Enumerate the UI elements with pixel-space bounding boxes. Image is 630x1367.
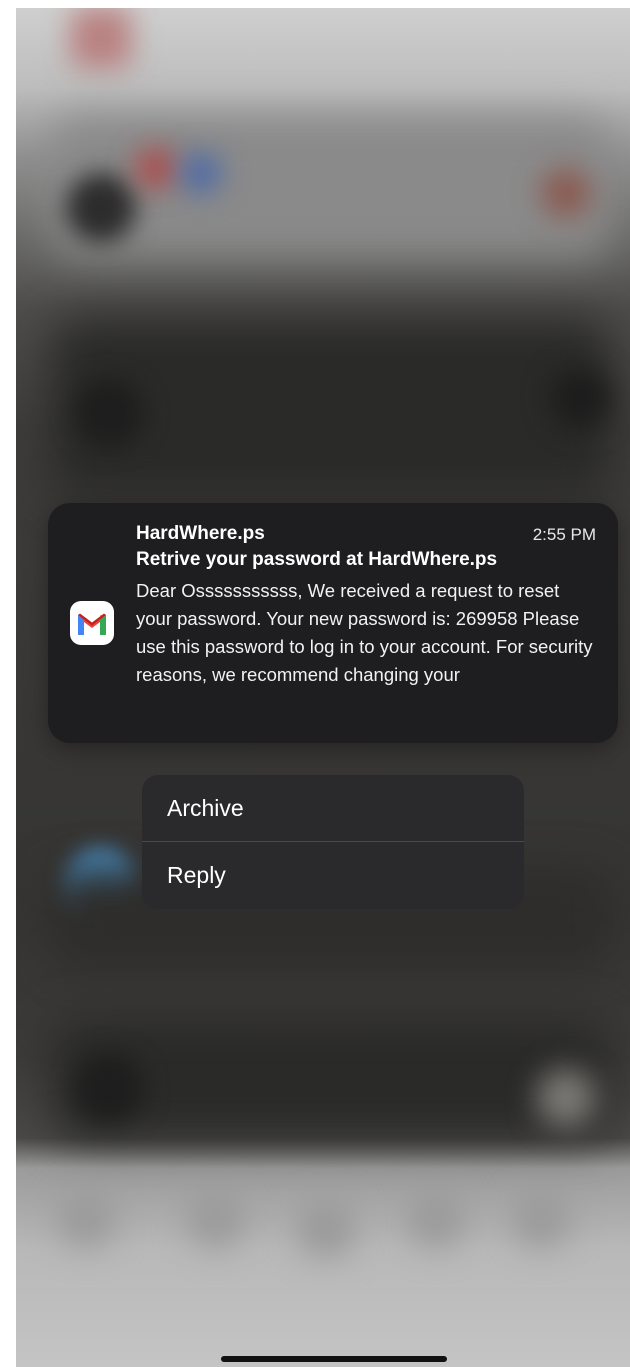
- blurred-shape: [56, 1188, 116, 1248]
- blurred-shape: [181, 153, 221, 193]
- blurred-shape: [296, 1198, 356, 1258]
- gmail-logo: [78, 613, 106, 635]
- blurred-shape: [66, 173, 136, 243]
- email-notification[interactable]: HardWhere.ps 2:55 PM Retrive your passwo…: [48, 503, 618, 743]
- notification-body: Dear Osssssssssss, We received a request…: [136, 580, 593, 685]
- reply-button[interactable]: Reply: [142, 842, 524, 908]
- notification-action-menu: Archive Reply: [142, 775, 524, 909]
- blurred-shape: [186, 1188, 246, 1248]
- archive-button[interactable]: Archive: [142, 775, 524, 841]
- blurred-shape: [136, 148, 176, 188]
- blurred-card: [51, 118, 611, 258]
- notification-subject: Retrive your password at HardWhere.ps: [136, 549, 498, 570]
- gmail-icon: [70, 601, 114, 645]
- blurred-shape: [536, 1068, 596, 1128]
- blurred-shape: [551, 368, 611, 428]
- notification-time: 2:55 PM: [532, 525, 596, 544]
- blurred-shape: [74, 1053, 144, 1123]
- blurred-shape: [511, 1188, 571, 1248]
- home-indicator[interactable]: [221, 1356, 447, 1362]
- blurred-shape: [406, 1188, 466, 1248]
- blurred-shape: [74, 378, 144, 448]
- blurred-shape: [71, 8, 131, 68]
- notification-sender: HardWhere.ps: [136, 523, 265, 544]
- blurred-shape: [541, 168, 591, 218]
